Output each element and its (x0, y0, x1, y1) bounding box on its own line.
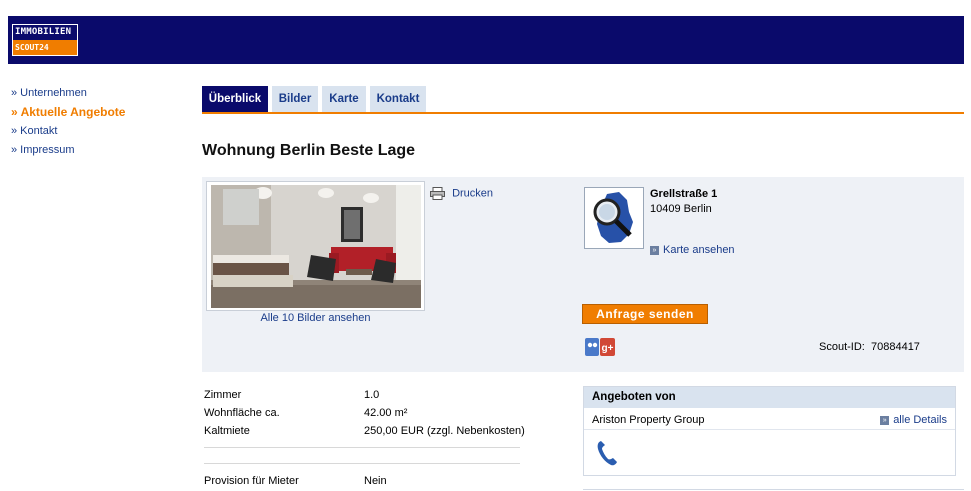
offered-by-box: Angeboten von Ariston Property Group » al… (583, 386, 956, 476)
view-map-label: Karte ansehen (663, 244, 735, 256)
logo-line1: IMMOBILIEN (13, 25, 77, 40)
tab-kontakt[interactable]: Kontakt (370, 86, 426, 112)
page-title: Wohnung Berlin Beste Lage (202, 142, 416, 159)
fact-label-rent: Kaltmiete (204, 425, 250, 437)
social-share-icon[interactable]: g+ (585, 338, 615, 360)
all-details-label: alle Details (893, 414, 947, 426)
sidebar-item-impressum[interactable]: » Impressum (11, 143, 125, 162)
sidebar-item-aktuelle-angebote[interactable]: » Aktuelle Angebote (11, 105, 125, 124)
map-magnifier-icon (585, 192, 643, 251)
logo-line2: SCOUT24 (13, 40, 77, 55)
facts-divider (204, 447, 520, 448)
tab-bilder[interactable]: Bilder (272, 86, 318, 112)
section-divider (583, 489, 964, 490)
print-link[interactable]: Drucken (430, 187, 493, 200)
print-icon (430, 187, 452, 200)
listing-photo-frame[interactable] (206, 181, 425, 311)
sidebar-item-unternehmen[interactable]: » Unternehmen (11, 86, 125, 105)
fact-label-rooms: Zimmer (204, 389, 242, 401)
offer-divider (584, 429, 955, 430)
sidebar-item-kontakt[interactable]: » Kontakt (11, 124, 125, 143)
arrow-square-icon: » (650, 245, 659, 255)
scout-id: Scout-ID: 70884417 (819, 341, 920, 353)
side-navigation: » Unternehmen » Aktuelle Angebote » Kont… (11, 86, 125, 162)
scout-id-label: Scout-ID: (819, 341, 865, 353)
address-city: 10409 Berlin (650, 203, 712, 215)
listing-photo[interactable] (211, 185, 421, 308)
svg-text:g+: g+ (602, 343, 614, 354)
tab-underline (202, 112, 964, 114)
immobilienscout24-logo[interactable]: IMMOBILIEN SCOUT24 (12, 24, 78, 56)
fact-value-rooms: 1.0 (364, 389, 380, 401)
fact-value-area: 42.00 m² (364, 407, 408, 419)
print-label: Drucken (452, 187, 494, 200)
fact-label-commission: Provision für Mieter (204, 475, 299, 487)
fact-label-area: Wohnfläche ca. (204, 407, 280, 419)
facts-divider (204, 463, 520, 464)
agency-name: Ariston Property Group (592, 414, 705, 426)
tab-ueberblick[interactable]: Überblick (202, 86, 268, 112)
scout-id-value: 70884417 (870, 341, 920, 353)
offered-by-heading: Angeboten von (584, 387, 955, 408)
fact-value-commission: Nein (364, 475, 387, 487)
send-request-button[interactable]: Anfrage senden (582, 304, 708, 324)
phone-icon[interactable] (596, 439, 618, 470)
fact-value-rent: 250,00 EUR (zzgl. Nebenkosten) (364, 425, 525, 437)
header-bar: IMMOBILIEN SCOUT24 (8, 16, 964, 64)
all-details-link[interactable]: » alle Details (880, 414, 947, 426)
all-photos-link[interactable]: Alle 10 Bilder ansehen (206, 312, 425, 324)
view-map-link[interactable]: » Karte ansehen (650, 244, 735, 256)
map-thumbnail[interactable] (584, 187, 644, 249)
arrow-square-icon: » (880, 415, 890, 425)
address-street: Grellstraße 1 (650, 188, 718, 200)
tab-karte[interactable]: Karte (322, 86, 366, 112)
